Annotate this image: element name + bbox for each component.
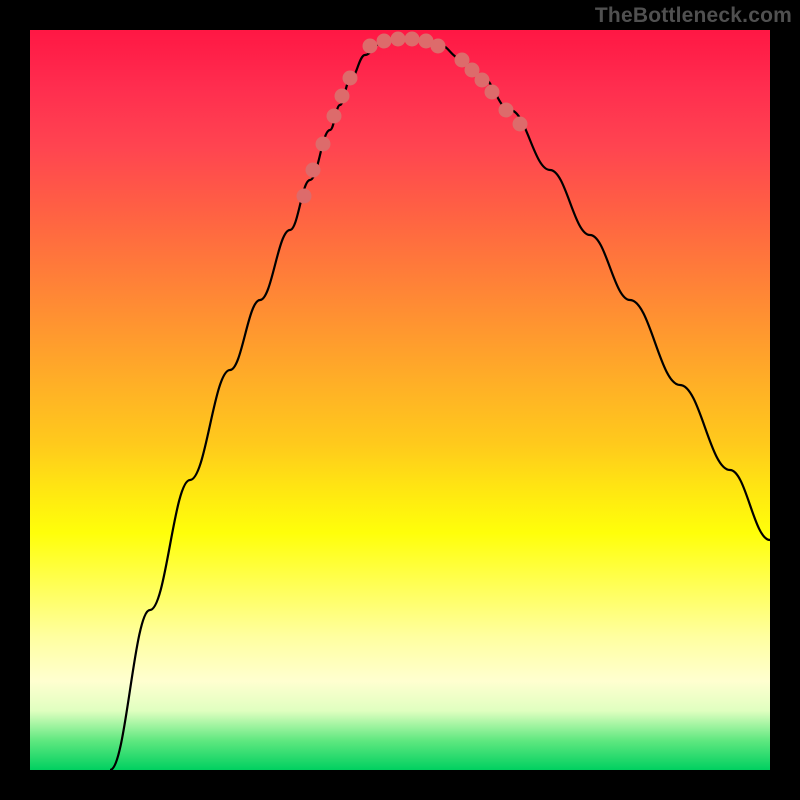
data-dot: [363, 39, 378, 54]
chart-frame: TheBottleneck.com: [0, 0, 800, 800]
data-dot: [391, 32, 406, 47]
data-dot: [499, 103, 514, 118]
watermark-text: TheBottleneck.com: [595, 4, 792, 28]
data-dot: [297, 189, 312, 204]
data-dot: [405, 32, 420, 47]
dot-cluster-bottom: [363, 32, 446, 54]
bottleneck-curve: [110, 39, 770, 770]
data-dot: [306, 163, 321, 178]
data-dot: [475, 73, 490, 88]
plot-area: [30, 30, 770, 770]
data-dot: [431, 39, 446, 54]
data-dot: [377, 34, 392, 49]
data-dot: [343, 71, 358, 86]
data-dot: [335, 89, 350, 104]
data-dot: [316, 137, 331, 152]
dot-cluster-right: [455, 53, 528, 132]
data-dot: [513, 117, 528, 132]
curve-layer: [30, 30, 770, 770]
data-dot: [485, 85, 500, 100]
data-dot: [327, 109, 342, 124]
